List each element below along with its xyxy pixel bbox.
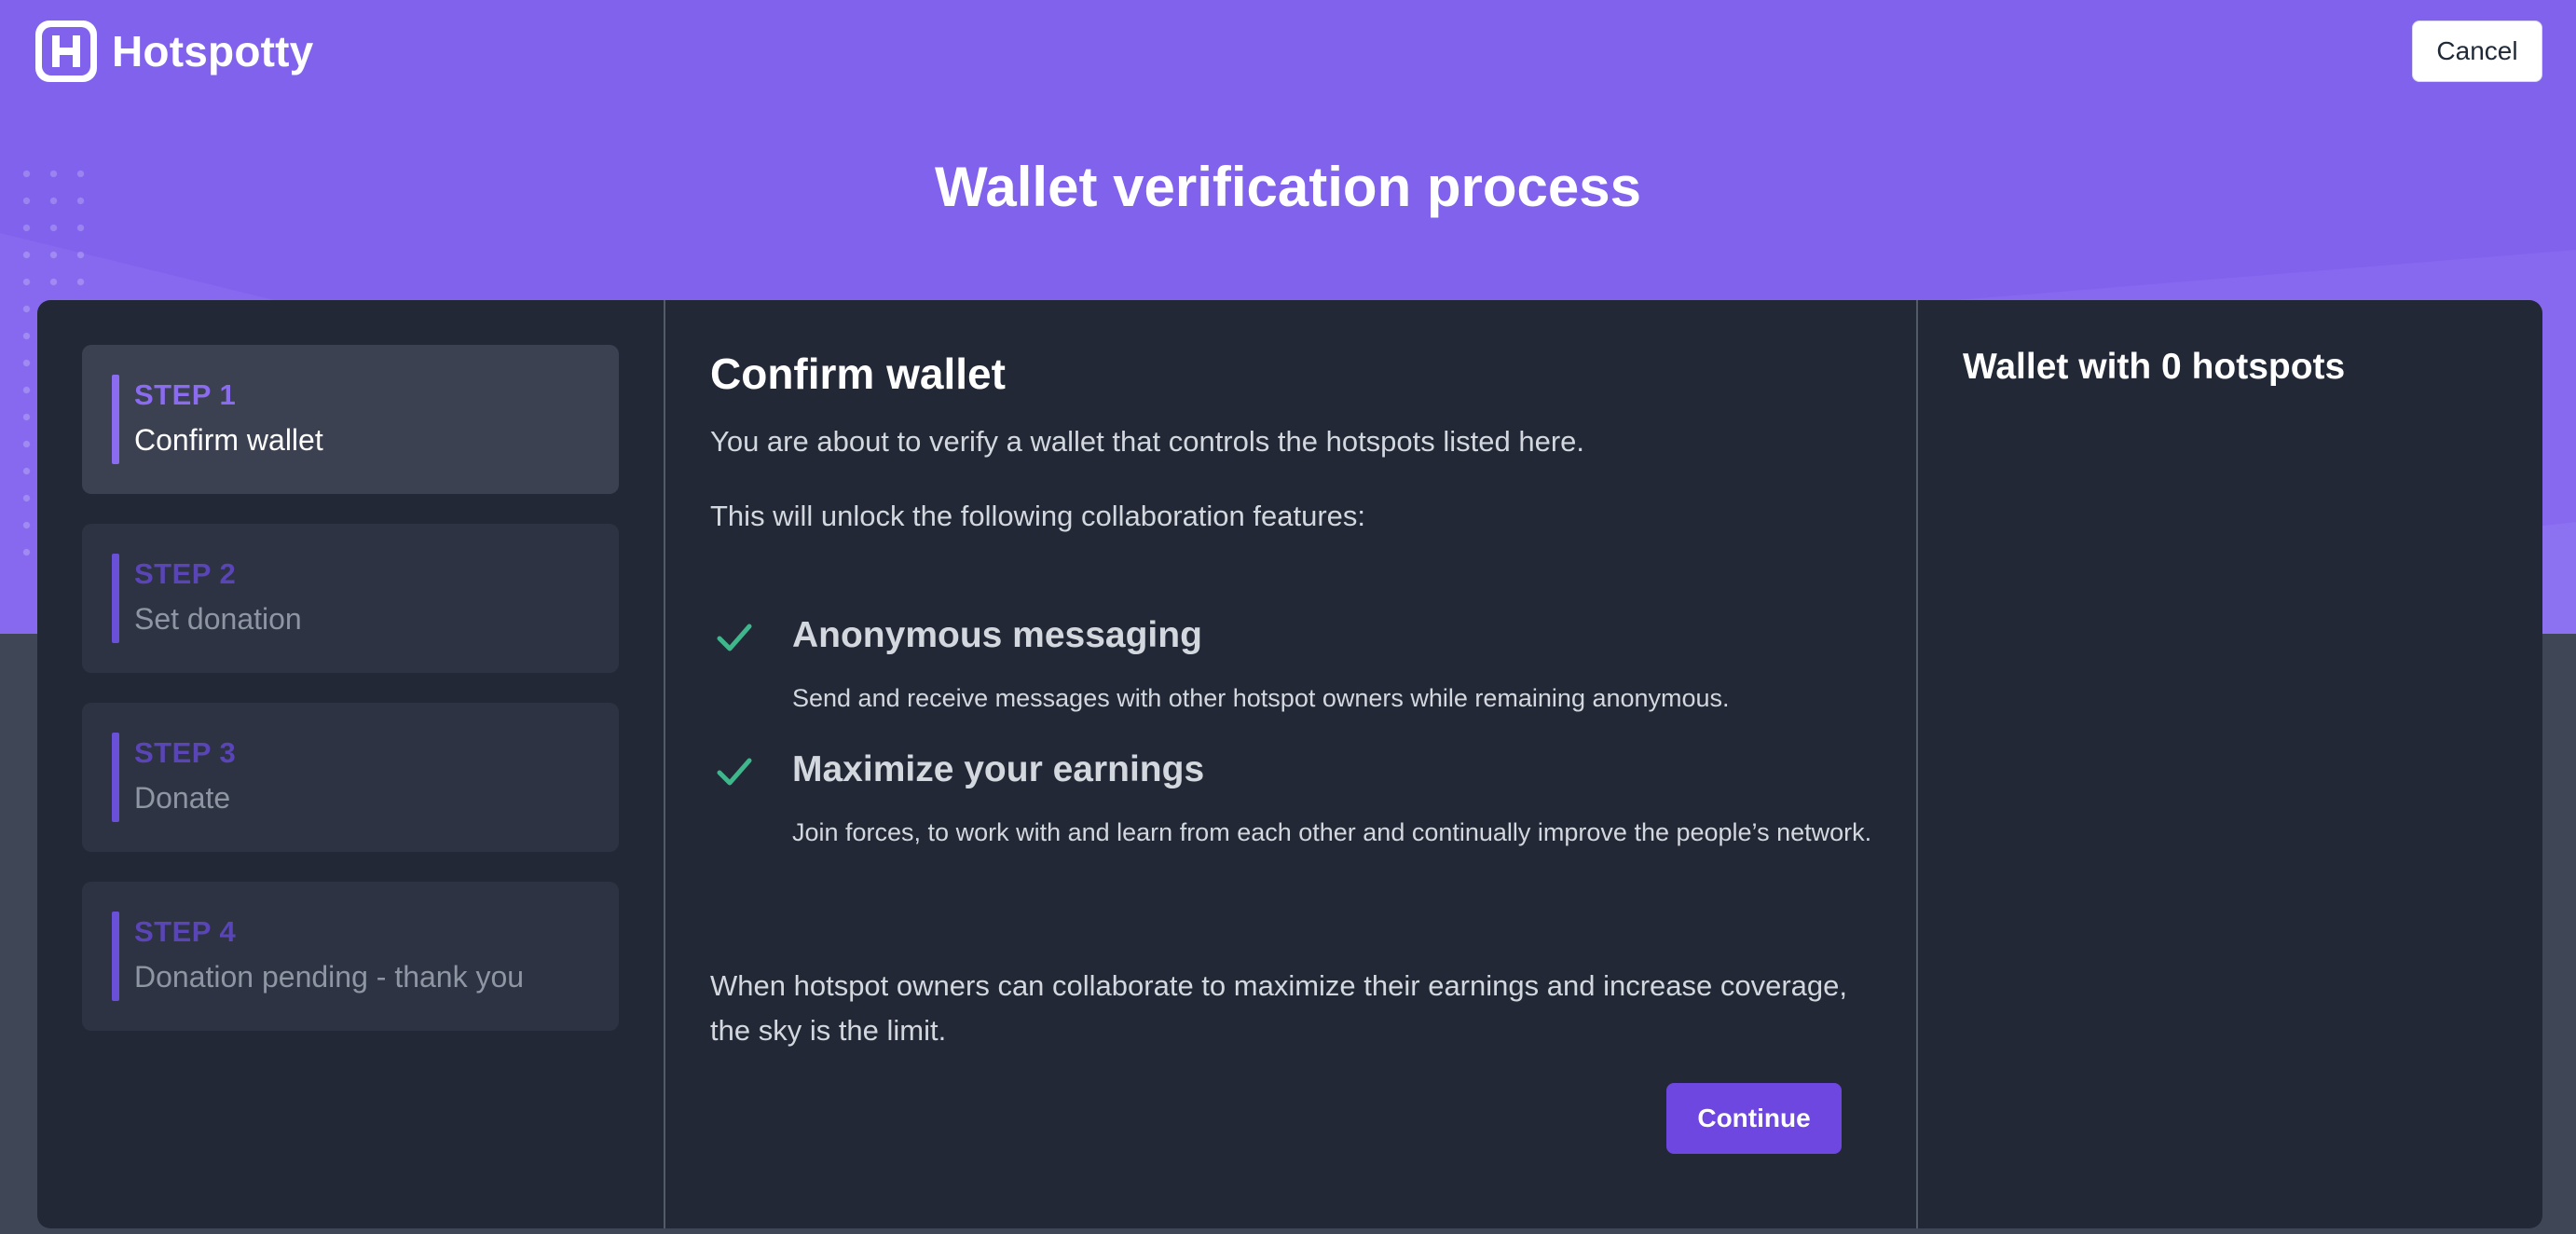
check-icon	[717, 624, 752, 651]
step-indicator-bar	[112, 733, 119, 822]
feature-description: Join forces, to work with and learn from…	[792, 818, 1872, 846]
step-item-1[interactable]: STEP 1 Confirm wallet	[82, 345, 619, 494]
panel-heading: Confirm wallet	[710, 350, 1006, 398]
step-label: Donation pending - thank you	[134, 960, 525, 994]
feature-title: Maximize your earnings	[792, 749, 1205, 789]
step-label: Set donation	[134, 602, 302, 636]
step-number: STEP 3	[134, 736, 237, 769]
verification-card: STEP 1 Confirm wallet STEP 2 Set donatio…	[37, 300, 2542, 1228]
unlock-text: This will unlock the following collabora…	[710, 500, 1366, 532]
check-icon	[717, 758, 752, 786]
step-number: STEP 1	[134, 378, 237, 411]
steps-list: STEP 1 Confirm wallet STEP 2 Set donatio…	[37, 300, 664, 1228]
step-number: STEP 2	[134, 557, 237, 590]
brand-name: Hotspotty	[112, 27, 314, 75]
continue-button[interactable]: Continue	[1666, 1083, 1842, 1154]
wallet-hotspots-panel: Wallet with 0 hotspots	[1918, 300, 2542, 1228]
feature-description: Send and receive messages with other hot…	[792, 684, 1730, 712]
closing-text: When hotspot owners can collaborate to m…	[710, 969, 1847, 1047]
intro-text: You are about to verify a wallet that co…	[710, 425, 1585, 458]
step-item-3[interactable]: STEP 3 Donate	[82, 703, 619, 852]
hotspotty-logo-icon	[35, 21, 97, 82]
step-item-4[interactable]: STEP 4 Donation pending - thank you	[82, 882, 619, 1031]
wallet-hotspots-heading: Wallet with 0 hotspots	[1963, 347, 2346, 387]
step-indicator-bar	[112, 554, 119, 643]
brand-logo[interactable]: Hotspotty	[35, 21, 313, 82]
feature-title: Anonymous messaging	[792, 615, 1202, 655]
step-indicator-bar	[112, 912, 119, 1001]
step-number: STEP 4	[134, 915, 237, 948]
step-item-2[interactable]: STEP 2 Set donation	[82, 524, 619, 673]
step-indicator-bar	[112, 375, 119, 464]
confirm-wallet-panel: Confirm wallet You are about to verify a…	[665, 300, 1916, 1228]
step-label: Donate	[134, 781, 231, 815]
step-label: Confirm wallet	[134, 423, 323, 457]
cancel-button[interactable]: Cancel	[2412, 21, 2542, 82]
page-title: Wallet verification process	[934, 156, 1642, 218]
